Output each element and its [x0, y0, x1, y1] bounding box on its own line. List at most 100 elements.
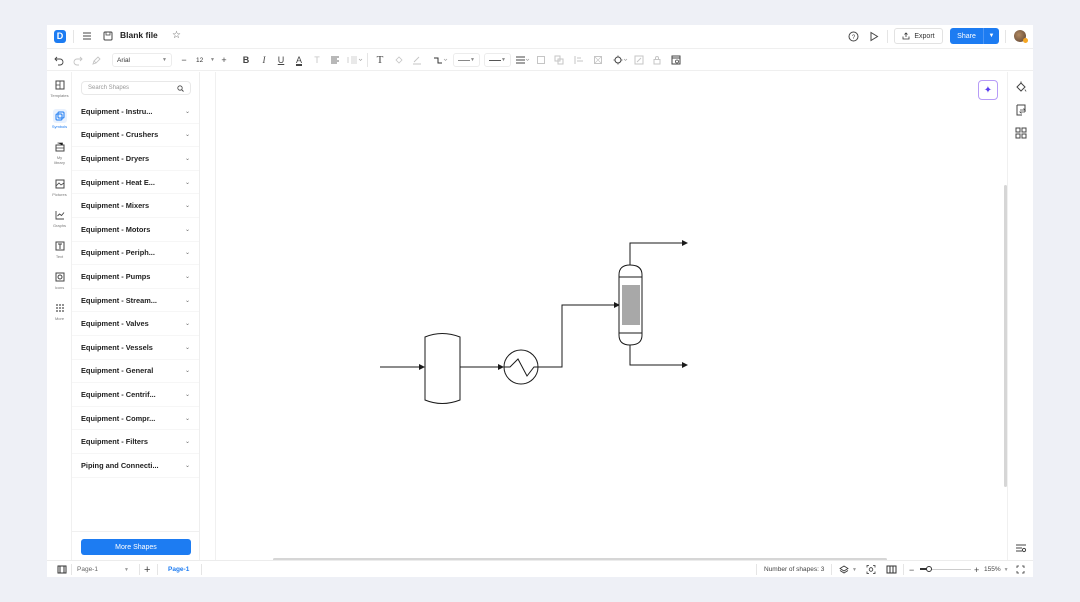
chevron-down-icon[interactable]: ⌄ — [185, 131, 190, 138]
category-item[interactable]: Equipment - Instru... ⌄ — [72, 100, 199, 124]
fill-icon[interactable] — [394, 53, 404, 67]
line-color-icon[interactable] — [412, 53, 422, 67]
zoom-out-button[interactable]: − — [909, 564, 914, 575]
page-format-icon[interactable] — [1015, 104, 1027, 116]
line-style-select[interactable]: ▼ — [453, 53, 480, 67]
font-color-button[interactable]: A — [294, 53, 304, 67]
storage-tank[interactable] — [424, 333, 461, 404]
export-button[interactable]: Export — [894, 28, 943, 44]
shape-settings-icon[interactable] — [613, 53, 629, 67]
layout-grid-icon[interactable] — [1015, 127, 1027, 139]
page-select[interactable]: Page-1 ▼ — [77, 564, 129, 575]
category-item[interactable]: Equipment - Valves ⌄ — [72, 312, 199, 336]
chevron-down-icon[interactable]: ⌄ — [185, 391, 190, 398]
category-item[interactable]: Equipment - Motors ⌄ — [72, 218, 199, 242]
share-button[interactable]: Share ▼ — [950, 28, 999, 44]
category-item[interactable]: Equipment - Periph... ⌄ — [72, 242, 199, 266]
chevron-down-icon[interactable]: ⌄ — [185, 202, 190, 209]
chevron-down-icon[interactable]: ⌄ — [185, 438, 190, 445]
arrange-icon[interactable] — [554, 53, 564, 67]
bottoms-pipe[interactable] — [629, 345, 688, 368]
group-icon[interactable] — [536, 53, 546, 67]
rail-item-graphs[interactable]: Graphs — [47, 208, 72, 228]
connector-icon[interactable] — [433, 53, 449, 67]
category-item[interactable]: Equipment - Vessels ⌄ — [72, 336, 199, 360]
heat-exchanger[interactable] — [503, 349, 539, 385]
style-fill-icon[interactable] — [1015, 81, 1027, 93]
undo-icon[interactable] — [54, 53, 64, 67]
rail-item-pictures[interactable]: Pictures — [47, 177, 72, 197]
chevron-down-icon[interactable]: ⌄ — [185, 249, 190, 256]
category-item[interactable]: Equipment - Mixers ⌄ — [72, 194, 199, 218]
more-shapes-button[interactable]: More Shapes — [81, 539, 191, 555]
chevron-down-icon[interactable]: ⌄ — [185, 297, 190, 304]
distribute-icon[interactable] — [515, 53, 531, 67]
format-painter-icon[interactable] — [92, 53, 102, 67]
page-panel-icon[interactable] — [57, 564, 67, 575]
chevron-down-icon[interactable]: ⌄ — [185, 273, 190, 280]
menu-icon[interactable] — [82, 31, 92, 41]
play-icon[interactable] — [869, 31, 879, 42]
chevron-down-icon[interactable]: ⌄ — [185, 320, 190, 327]
rail-item-symbols[interactable]: Symbols — [47, 109, 72, 129]
reading-mode-icon[interactable] — [886, 564, 897, 575]
category-item[interactable]: Equipment - General ⌄ — [72, 360, 199, 384]
underline-button[interactable]: U — [276, 53, 286, 67]
bold-button[interactable]: B — [241, 53, 251, 67]
edit-icon[interactable] — [634, 53, 644, 67]
search-icon[interactable] — [177, 84, 184, 92]
italic-button[interactable]: I — [259, 53, 269, 67]
add-page-button[interactable]: + — [144, 564, 150, 576]
font-size-decrease-button[interactable]: − — [180, 53, 188, 67]
search-shapes-input[interactable]: Search Shapes — [81, 81, 191, 95]
zoom-in-button[interactable]: + — [974, 564, 979, 575]
category-item[interactable]: Piping and Connecti... ⌄ — [72, 454, 199, 478]
line-spacing-icon[interactable] — [347, 53, 363, 67]
strikethrough-button[interactable]: T — [312, 53, 322, 67]
lock-icon[interactable] — [652, 53, 662, 67]
align-shapes-icon[interactable] — [574, 53, 584, 67]
size-icon[interactable] — [593, 53, 603, 67]
fullscreen-icon[interactable] — [1016, 564, 1025, 575]
app-logo[interactable]: D — [54, 30, 66, 43]
drawing-canvas[interactable] — [215, 72, 1005, 560]
rail-item-templates[interactable]: Templates — [47, 78, 72, 98]
share-label[interactable]: Share — [950, 28, 984, 44]
page-tab[interactable]: Page-1 — [168, 564, 189, 575]
category-item[interactable]: Equipment - Pumps ⌄ — [72, 265, 199, 289]
category-item[interactable]: Equipment - Compr... ⌄ — [72, 407, 199, 431]
arrow-style-select[interactable]: ▼ — [484, 53, 511, 67]
file-title[interactable]: Blank file — [120, 30, 158, 40]
replace-icon[interactable] — [671, 53, 681, 67]
rail-item-icons[interactable]: Icons — [47, 270, 72, 290]
chevron-down-icon[interactable]: ▼ — [984, 28, 999, 44]
category-item[interactable]: Equipment - Dryers ⌄ — [72, 147, 199, 171]
font-family-select[interactable]: Arial ▼ — [112, 53, 172, 67]
file-icon[interactable] — [103, 31, 113, 41]
zoom-slider-track[interactable] — [927, 569, 971, 570]
chevron-down-icon[interactable]: ⌄ — [185, 179, 190, 186]
zoom-slider-handle[interactable] — [926, 566, 932, 572]
rail-item-more[interactable]: More — [47, 301, 72, 321]
fit-screen-icon[interactable] — [866, 564, 876, 575]
chevron-down-icon[interactable]: ⌄ — [185, 344, 190, 351]
rail-item-my-library[interactable]: My library — [47, 140, 72, 165]
font-size-select[interactable]: 12 ▼ — [192, 53, 219, 67]
layers-button[interactable]: ▼ — [839, 564, 857, 575]
ai-assistant-button[interactable]: ✦ — [978, 80, 998, 100]
category-item[interactable]: Equipment - Crushers ⌄ — [72, 124, 199, 148]
chevron-down-icon[interactable]: ⌄ — [185, 108, 190, 115]
avatar[interactable] — [1014, 30, 1028, 43]
zoom-level-select[interactable]: 155% ▼ — [984, 564, 1009, 575]
text-tool-button[interactable]: T — [375, 53, 385, 67]
category-item[interactable]: Equipment - Centrif... ⌄ — [72, 383, 199, 407]
overhead-pipe[interactable] — [629, 240, 688, 265]
category-item[interactable]: Equipment - Stream... ⌄ — [72, 289, 199, 313]
font-size-increase-button[interactable]: + — [220, 53, 228, 67]
category-item[interactable]: Equipment - Filters ⌄ — [72, 430, 199, 454]
rail-item-text[interactable]: Text — [47, 239, 72, 259]
pipe-exchanger-to-column[interactable] — [538, 302, 620, 368]
chevron-down-icon[interactable]: ⌄ — [185, 462, 190, 469]
settings-list-icon[interactable] — [1015, 542, 1027, 554]
help-icon[interactable]: ? — [848, 31, 859, 42]
